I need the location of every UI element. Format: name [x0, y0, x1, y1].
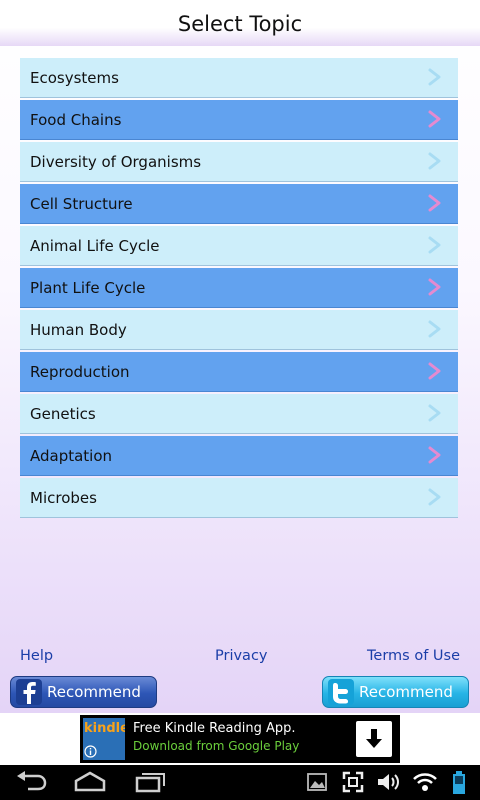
twitter-recommend-label: Recommend	[359, 683, 453, 701]
topic-row[interactable]: Animal Life Cycle	[20, 226, 458, 266]
page-title: Select Topic	[177, 12, 303, 36]
battery-icon	[453, 771, 465, 794]
download-arrow-icon	[366, 729, 382, 748]
app-screen: Select Topic Ecosystems Food Chains Dive…	[0, 0, 480, 713]
topic-row[interactable]: Human Body	[20, 310, 458, 350]
chevron-right-icon	[428, 488, 441, 506]
topic-label: Genetics	[30, 404, 96, 423]
kindle-logo: kindle	[83, 718, 125, 760]
topic-row[interactable]: Microbes	[20, 478, 458, 518]
topic-label: Microbes	[30, 488, 97, 507]
ad-title: Free Kindle Reading App.	[133, 721, 296, 736]
chevron-right-icon	[428, 362, 441, 380]
topic-row[interactable]: Ecosystems	[20, 58, 458, 98]
topic-row[interactable]: Diversity of Organisms	[20, 142, 458, 182]
screenshot-icon[interactable]	[306, 771, 328, 793]
facebook-recommend-label: Recommend	[47, 683, 141, 701]
ad-banner[interactable]: kindle Free Kindle Reading App. Download…	[0, 713, 480, 765]
download-button[interactable]	[356, 721, 392, 757]
twitter-icon	[328, 679, 354, 705]
footer-links: Help Privacy Terms of Use	[20, 648, 460, 668]
facebook-recommend-button[interactable]: Recommend	[10, 676, 157, 708]
topic-label: Animal Life Cycle	[30, 236, 160, 255]
facebook-icon	[16, 679, 42, 705]
topic-label: Adaptation	[30, 446, 113, 465]
ad-content[interactable]: kindle Free Kindle Reading App. Download…	[80, 715, 400, 763]
topic-row[interactable]: Reproduction	[20, 352, 458, 392]
privacy-link[interactable]: Privacy	[215, 648, 268, 664]
topic-label: Cell Structure	[30, 194, 133, 213]
home-icon[interactable]	[73, 771, 107, 793]
info-icon[interactable]	[84, 745, 97, 758]
topic-label: Human Body	[30, 320, 127, 339]
recent-apps-icon[interactable]	[133, 771, 167, 793]
topic-label: Reproduction	[30, 362, 130, 381]
topic-row[interactable]: Adaptation	[20, 436, 458, 476]
twitter-recommend-button[interactable]: Recommend	[322, 676, 469, 708]
fullscreen-icon[interactable]	[342, 771, 364, 793]
help-link[interactable]: Help	[20, 648, 53, 664]
chevron-right-icon	[428, 68, 441, 86]
topic-label: Plant Life Cycle	[30, 278, 146, 297]
chevron-right-icon	[428, 404, 441, 422]
ad-subtitle: Download from Google Play	[133, 739, 300, 753]
page-header: Select Topic	[0, 0, 480, 46]
volume-icon[interactable]	[376, 771, 402, 793]
chevron-right-icon	[428, 320, 441, 338]
topic-label: Ecosystems	[30, 68, 119, 87]
topic-list: Ecosystems Food Chains Diversity of Orga…	[20, 58, 458, 520]
topic-row[interactable]: Genetics	[20, 394, 458, 434]
chevron-right-icon	[428, 278, 441, 296]
topic-row[interactable]: Cell Structure	[20, 184, 458, 224]
chevron-right-icon	[428, 152, 441, 170]
kindle-logo-text: kindle	[84, 721, 125, 736]
chevron-right-icon	[428, 194, 441, 212]
topic-row[interactable]: Food Chains	[20, 100, 458, 140]
back-icon[interactable]	[14, 771, 48, 793]
chevron-right-icon	[428, 110, 441, 128]
chevron-right-icon	[428, 446, 441, 464]
chevron-right-icon	[428, 236, 441, 254]
wifi-icon	[413, 773, 437, 791]
topic-row[interactable]: Plant Life Cycle	[20, 268, 458, 308]
terms-link[interactable]: Terms of Use	[367, 648, 460, 664]
topic-label: Diversity of Organisms	[30, 152, 202, 171]
system-nav-bar	[0, 765, 480, 800]
topic-label: Food Chains	[30, 110, 122, 129]
